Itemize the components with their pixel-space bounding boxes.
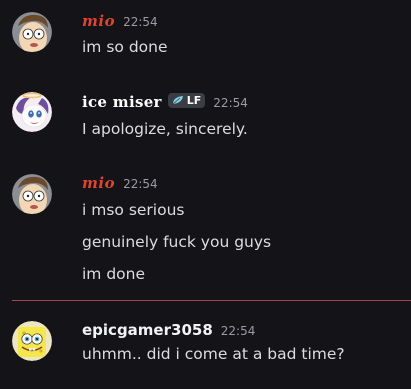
message-text: i mso serious (82, 201, 185, 219)
timestamp: 22:54 (213, 96, 248, 110)
new-messages-divider (12, 300, 411, 301)
message-text: genuinely fuck you guys (82, 233, 272, 251)
server-tag-label: LF (186, 93, 202, 107)
morty-avatar[interactable] (12, 12, 52, 52)
username[interactable]: mio (82, 174, 115, 192)
timestamp: 22:54 (123, 15, 158, 29)
morty-avatar[interactable] (12, 174, 52, 214)
message-text: uhmm.. did i come at a bad time? (82, 345, 345, 363)
message-text: im done (82, 265, 146, 283)
username[interactable]: ice miser (82, 93, 162, 111)
message-text: I apologize, sincerely. (82, 120, 248, 138)
spongebob-avatar[interactable] (12, 321, 52, 361)
message-text: im so done (82, 38, 168, 56)
username[interactable]: mio (82, 12, 115, 30)
timestamp: 22:54 (123, 177, 158, 191)
username[interactable]: epicgamer3058 (82, 321, 213, 339)
leaf-icon (172, 96, 183, 105)
pony-avatar[interactable] (12, 92, 52, 132)
timestamp: 22:54 (220, 324, 256, 338)
server-tag[interactable]: LF (167, 92, 206, 108)
